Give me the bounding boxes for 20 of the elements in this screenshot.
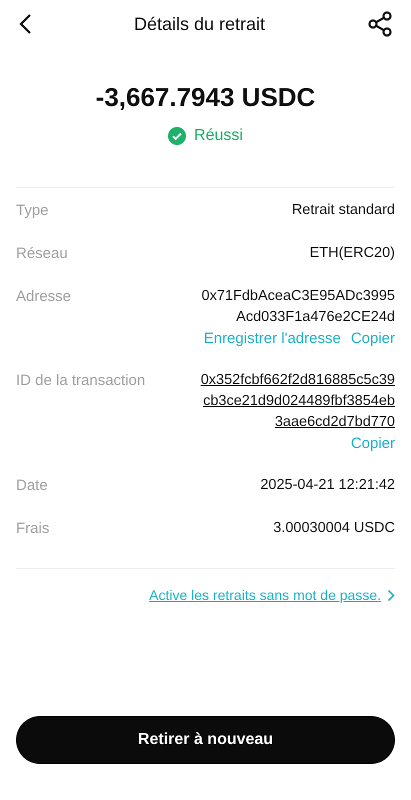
detail-value: 2025-04-21 12:21:42 [260, 476, 395, 495]
detail-label: Réseau [16, 244, 68, 264]
detail-value: Retrait standard [292, 201, 395, 220]
detail-value: 3.00030004 USDC [273, 519, 395, 538]
chevron-right-icon [387, 588, 395, 602]
page-title: Détails du retrait [134, 14, 266, 34]
detail-label: Type [16, 201, 49, 221]
detail-value: Acd033F1a476e2CE24d [236, 308, 395, 327]
detail-value: ETH(ERC20) [310, 244, 395, 263]
detail-label: Adresse [16, 287, 72, 307]
detail-label: Frais [16, 519, 50, 539]
detail-label: Date [16, 476, 48, 496]
transaction-link[interactable]: 0x352fcbf662f2d816885c5c39 [200, 370, 395, 391]
amount: -3,667.7943 USDC [94, 82, 316, 113]
withdraw-again-button[interactable]: Retirer à nouveau [16, 716, 395, 764]
status-label: Réussi [194, 127, 243, 145]
detail-value: 0x71FdbAceaC3E95ADc3995 [202, 287, 395, 306]
transaction-link[interactable]: 3aae6cd2d7bd770 [274, 412, 395, 433]
detail-label: ID de la transaction [16, 371, 146, 391]
transaction-link[interactable]: cb3ce21d9d024489fbf3854eb [203, 391, 395, 412]
